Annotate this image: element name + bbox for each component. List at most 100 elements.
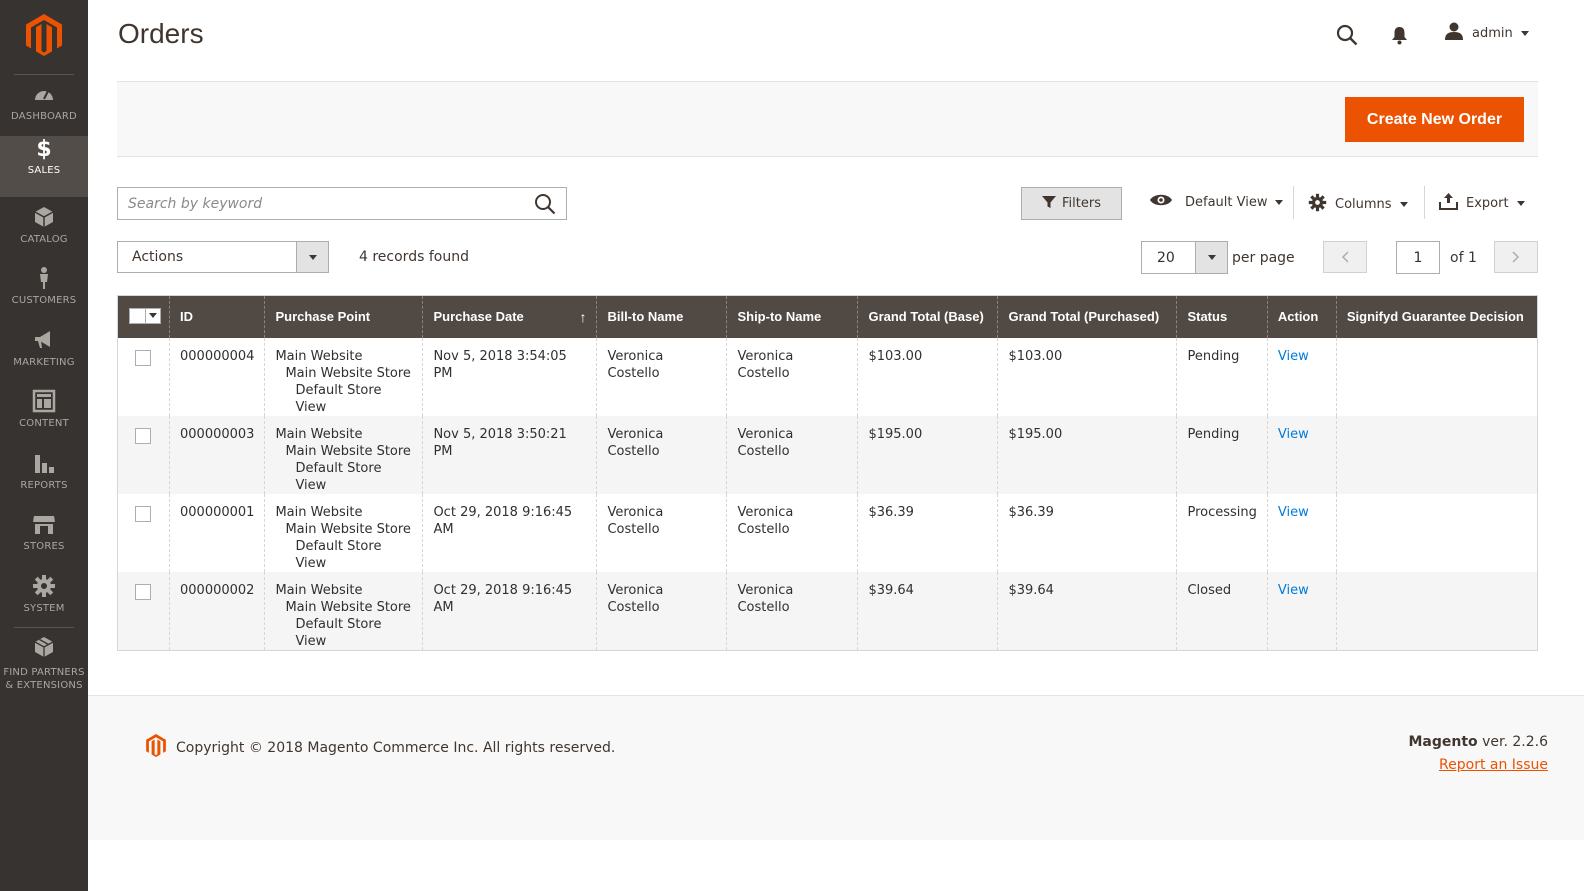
- dashboard-icon: [0, 82, 88, 106]
- view-order-link[interactable]: View: [1278, 505, 1309, 520]
- column-header-status[interactable]: Status: [1176, 295, 1268, 338]
- previous-page-button[interactable]: [1323, 241, 1367, 273]
- grand-total-base: $39.64: [857, 571, 998, 650]
- row-select-cell: [117, 337, 170, 416]
- purchase-date: Oct 29, 2018 9:16:45 AM: [422, 493, 597, 572]
- action-cell: View: [1266, 493, 1337, 572]
- orders-grid: ID Purchase Point Purchase Date ↑ Bill-t…: [117, 295, 1538, 651]
- page-actions-bar: Create New Order: [117, 81, 1538, 157]
- per-page-select[interactable]: 20: [1141, 241, 1228, 274]
- chevron-down-icon: [1275, 199, 1284, 205]
- grand-total-purchased: $39.64: [997, 571, 1177, 650]
- sidebar-item-customers[interactable]: CUSTOMERS: [0, 266, 88, 327]
- toolbar-divider: [1424, 186, 1425, 219]
- column-header-grand-total-purchased[interactable]: Grand Total (Purchased): [997, 295, 1177, 338]
- report-issue-link[interactable]: Report an Issue: [1439, 757, 1548, 773]
- view-order-link[interactable]: View: [1278, 349, 1309, 364]
- sidebar-item-partners[interactable]: FIND PARTNERS & EXTENSIONS: [0, 636, 88, 692]
- order-status: Closed: [1176, 571, 1268, 650]
- next-page-button[interactable]: [1494, 241, 1538, 273]
- megaphone-icon: [0, 328, 88, 352]
- magento-logo-icon[interactable]: [26, 14, 62, 56]
- mass-select-checkbox[interactable]: [129, 307, 161, 324]
- mass-actions-label: Actions: [132, 249, 184, 265]
- ship-to-name: Veronica Costello: [726, 415, 858, 494]
- per-page-label: per page: [1232, 250, 1295, 266]
- sidebar-item-label: MARKETING: [13, 357, 75, 368]
- create-new-order-button[interactable]: Create New Order: [1345, 97, 1524, 142]
- column-header-purchase-date[interactable]: Purchase Date ↑: [422, 295, 597, 338]
- export-dropdown[interactable]: Export: [1439, 193, 1525, 214]
- column-header-ship-to-name[interactable]: Ship-to Name: [726, 295, 858, 338]
- sidebar-divider: [14, 627, 74, 628]
- table-row: 000000002 Main Website Main Website Store…: [117, 571, 1538, 650]
- gear-icon: [0, 574, 88, 598]
- gear-icon: [1308, 193, 1327, 216]
- action-cell: View: [1266, 571, 1337, 650]
- signifyd-decision: [1335, 571, 1538, 650]
- grand-total-base: $36.39: [857, 493, 998, 572]
- bill-to-name: Veronica Costello: [596, 571, 727, 650]
- purchase-point: Main Website Main Website Store Default St…: [264, 415, 423, 494]
- admin-sidebar: DASHBOARD $ SALES CATALOG CUSTOMERS MARK…: [0, 0, 88, 891]
- filters-button[interactable]: Filters: [1021, 187, 1122, 220]
- admin-username: admin: [1472, 25, 1513, 41]
- purchase-point: Main Website Main Website Store Default St…: [264, 493, 423, 572]
- current-page-input[interactable]: [1396, 241, 1440, 274]
- row-checkbox[interactable]: [135, 583, 151, 600]
- sidebar-item-marketing[interactable]: MARKETING: [0, 328, 88, 389]
- chevron-down-icon: [1195, 242, 1227, 273]
- storefront-icon: [0, 512, 88, 536]
- sidebar-item-stores[interactable]: STORES: [0, 512, 88, 573]
- sort-ascending-icon: ↑: [579, 308, 587, 325]
- column-header-bill-to-name[interactable]: Bill-to Name: [596, 295, 727, 338]
- grand-total-purchased: $195.00: [997, 415, 1177, 494]
- sidebar-item-sales[interactable]: $ SALES: [0, 136, 88, 197]
- default-view-dropdown[interactable]: Default View: [1149, 193, 1284, 211]
- sidebar-item-label: CUSTOMERS: [11, 295, 77, 306]
- column-header-purchase-point[interactable]: Purchase Point: [264, 295, 423, 338]
- signifyd-decision: [1335, 415, 1538, 494]
- sidebar-item-content[interactable]: CONTENT: [0, 389, 88, 450]
- order-status: Pending: [1176, 337, 1268, 416]
- sidebar-item-reports[interactable]: REPORTS: [0, 451, 88, 512]
- sidebar-item-label: FIND PARTNERS & EXTENSIONS: [3, 667, 85, 691]
- columns-dropdown[interactable]: Columns: [1308, 193, 1408, 216]
- action-cell: View: [1266, 337, 1337, 416]
- sidebar-item-label: CATALOG: [20, 234, 68, 245]
- column-header-action: Action: [1266, 295, 1337, 338]
- per-page-value: 20: [1157, 250, 1175, 266]
- column-header-id[interactable]: ID: [168, 295, 265, 338]
- column-header-signifyd-decision[interactable]: Signifyd Guarantee Decision: [1335, 295, 1538, 338]
- sidebar-item-system[interactable]: SYSTEM: [0, 574, 88, 635]
- order-id: 000000004: [168, 337, 265, 416]
- ship-to-name: Veronica Costello: [726, 571, 858, 650]
- sidebar-item-dashboard[interactable]: DASHBOARD: [0, 82, 88, 143]
- search-icon[interactable]: [1336, 24, 1358, 50]
- bill-to-name: Veronica Costello: [596, 415, 727, 494]
- admin-user-menu[interactable]: admin: [1444, 22, 1529, 44]
- sidebar-item-catalog[interactable]: CATALOG: [0, 205, 88, 266]
- grid-header-row: ID Purchase Point Purchase Date ↑ Bill-t…: [117, 295, 1538, 338]
- eye-icon: [1149, 193, 1173, 211]
- search-icon[interactable]: [534, 193, 556, 219]
- chevron-down-icon: [1516, 201, 1525, 206]
- box-icon: [0, 205, 88, 229]
- view-order-link[interactable]: View: [1278, 583, 1309, 598]
- search-input[interactable]: [118, 188, 518, 219]
- column-header-grand-total-base[interactable]: Grand Total (Base): [857, 295, 998, 338]
- row-checkbox[interactable]: [135, 505, 151, 522]
- export-icon: [1439, 193, 1458, 214]
- view-order-link[interactable]: View: [1278, 427, 1309, 442]
- layout-icon: [0, 389, 88, 413]
- sidebar-item-label: SALES: [27, 165, 61, 176]
- records-found: 4 records found: [359, 249, 469, 265]
- row-checkbox[interactable]: [135, 349, 151, 366]
- sidebar-item-label: DASHBOARD: [11, 111, 77, 122]
- page-title: Orders: [118, 18, 204, 49]
- bell-icon[interactable]: [1391, 26, 1408, 49]
- chevron-down-icon: [1399, 202, 1408, 207]
- mass-actions-select[interactable]: Actions: [117, 241, 329, 273]
- row-checkbox[interactable]: [135, 427, 151, 444]
- search-box: [117, 187, 567, 220]
